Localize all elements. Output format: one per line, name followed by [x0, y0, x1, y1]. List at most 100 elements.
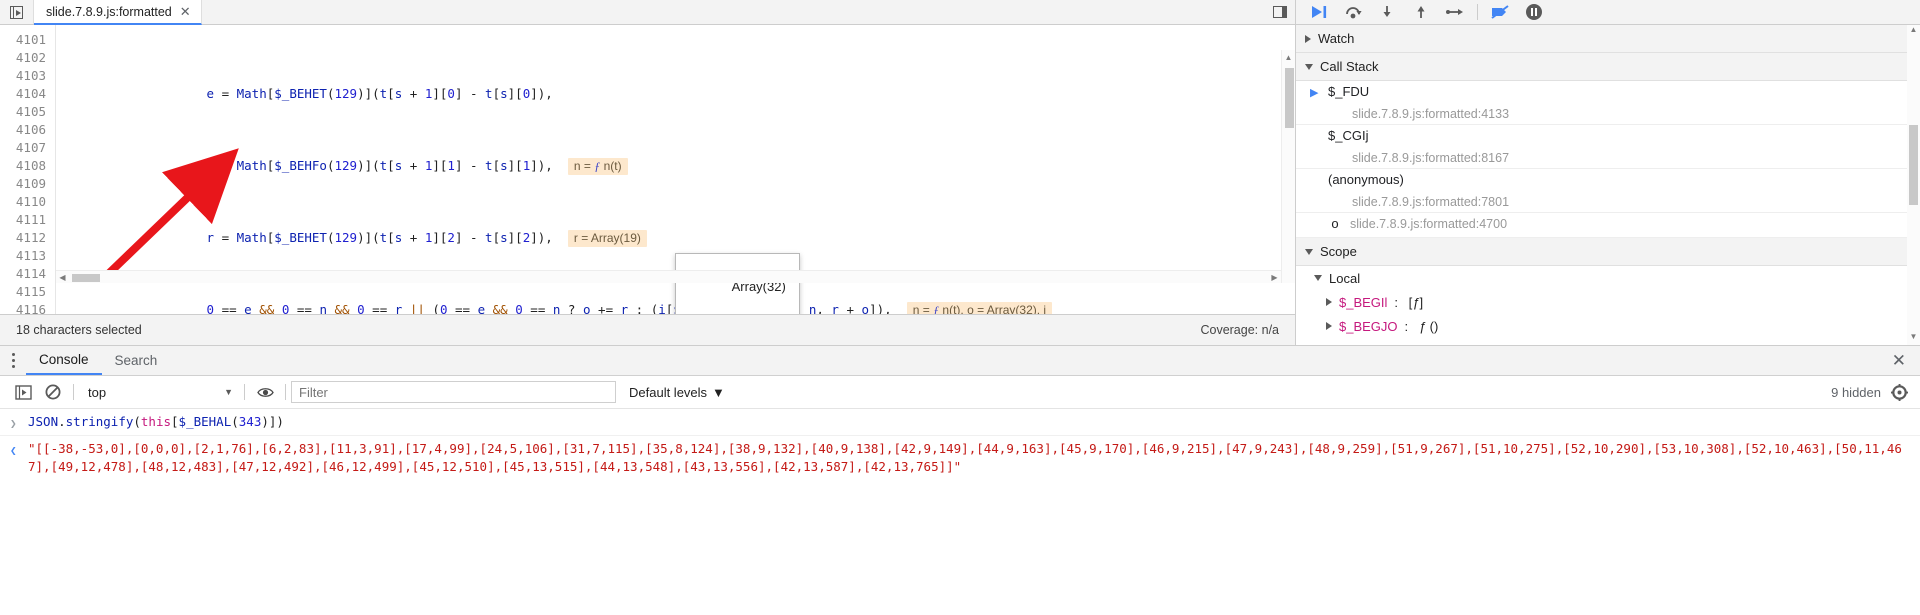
console-filter-input[interactable]: [291, 381, 616, 403]
drawer-tabbar: Console Search ✕: [0, 346, 1920, 376]
scroll-thumb[interactable]: [1909, 125, 1918, 205]
line-number: 4112: [15, 230, 46, 245]
log-levels-label: Default levels: [629, 384, 708, 400]
scroll-right-icon[interactable]: ▶: [1268, 273, 1281, 282]
scroll-thumb-h[interactable]: [72, 274, 100, 282]
tab-console[interactable]: Console: [26, 346, 102, 375]
call-stack-frame[interactable]: o slide.7.8.9.js:formatted:4700: [1296, 213, 1920, 238]
console-sidebar-button[interactable]: [8, 379, 38, 405]
debugger-sidebar: Watch Call Stack ▶ $_FDU slide.7.8.9.js:…: [1296, 0, 1920, 345]
chevron-down-icon: [1314, 275, 1322, 281]
call-stack-frame[interactable]: (anonymous) slide.7.8.9.js:formatted:780…: [1296, 169, 1920, 213]
line-number: 4109: [15, 176, 46, 191]
show-navigator-button[interactable]: [0, 0, 34, 24]
tab-console-label: Console: [39, 352, 89, 367]
chevron-right-icon[interactable]: [1326, 298, 1332, 306]
toggle-panel-icon[interactable]: [1273, 6, 1287, 18]
property-name: $_BEGIl: [1339, 294, 1388, 310]
code-line: e = Math[$_BEHET(129)](t[s + 1][0] - t[s…: [206, 86, 553, 101]
scroll-thumb[interactable]: [1285, 68, 1294, 128]
resume-button[interactable]: [1302, 0, 1336, 24]
scroll-up-icon[interactable]: ▲: [1907, 25, 1920, 38]
watch-label: Watch: [1318, 31, 1355, 46]
step-out-button[interactable]: [1404, 0, 1438, 24]
settings-gear-icon: [1891, 383, 1908, 401]
chevron-down-icon: ▼: [224, 387, 233, 397]
frame-name: o: [1331, 216, 1339, 231]
scope-label: Scope: [1320, 244, 1357, 259]
step-over-button[interactable]: [1336, 0, 1370, 24]
console-expression: JSON.stringify(this[$_BEHAL(343)]): [28, 414, 284, 429]
tabbar-actions: [1273, 0, 1295, 24]
tab-search[interactable]: Search: [102, 346, 171, 375]
debugger-panes: Watch Call Stack ▶ $_FDU slide.7.8.9.js:…: [1296, 25, 1920, 345]
log-levels-select[interactable]: Default levels ▼: [629, 385, 725, 400]
call-stack-section-header[interactable]: Call Stack: [1296, 53, 1920, 81]
frame-name: $_CGIj: [1328, 128, 1369, 143]
live-expression-button[interactable]: [250, 379, 280, 405]
frame-location: slide.7.8.9.js:formatted:4133: [1352, 107, 1510, 121]
line-number: 4106: [15, 122, 46, 137]
frame-location: slide.7.8.9.js:formatted:4700: [1350, 217, 1508, 231]
current-frame-icon: ▶: [1310, 87, 1319, 99]
console-result-value: "[[-38,-53,0],[0,0,0],[2,1,76],[6,2,83],…: [28, 441, 1902, 474]
deactivate-breakpoints-button[interactable]: [1483, 0, 1517, 24]
chevron-right-icon[interactable]: [1326, 322, 1332, 330]
console-result-line: ❮ "[[-38,-53,0],[0,0,0],[2,1,76],[6,2,83…: [0, 436, 1920, 478]
editor-vertical-scrollbar[interactable]: ▲: [1281, 50, 1295, 283]
chevron-down-icon: ▼: [712, 384, 725, 400]
scope-section-header[interactable]: Scope: [1296, 238, 1920, 266]
console-drawer: Console Search ✕ top ▼ Filter Default le…: [0, 345, 1920, 615]
scroll-up-icon[interactable]: ▲: [1282, 50, 1295, 64]
line-number: 4103: [15, 68, 46, 83]
tab-search-label: Search: [114, 353, 158, 368]
line-number: 4102: [15, 50, 46, 65]
console-settings-button[interactable]: [1891, 383, 1920, 401]
devtools-window: slide.7.8.9.js:formatted ✕ 4101 4102 410…: [0, 0, 1920, 615]
console-input-line[interactable]: ❯ JSON.stringify(this[$_BEHAL(343)]): [0, 409, 1920, 436]
tab-slide-js-formatted[interactable]: slide.7.8.9.js:formatted ✕: [34, 0, 202, 25]
scope-property[interactable]: $_BEGIl: [ƒ]: [1296, 290, 1920, 314]
line-number: 4111: [15, 212, 46, 227]
scroll-left-icon[interactable]: ◀: [56, 273, 69, 282]
line-number: 4113: [15, 248, 46, 263]
execution-context-select[interactable]: top ▼: [79, 381, 239, 403]
more-options-icon: [11, 352, 15, 370]
watch-section-header[interactable]: Watch: [1296, 25, 1920, 53]
more-options-button[interactable]: [0, 346, 26, 375]
call-stack-frame[interactable]: $_CGIj slide.7.8.9.js:formatted:8167: [1296, 125, 1920, 169]
call-stack-frame[interactable]: ▶ $_FDU slide.7.8.9.js:formatted:4133: [1296, 81, 1920, 125]
sources-editor-column: slide.7.8.9.js:formatted ✕ 4101 4102 410…: [0, 0, 1296, 345]
hidden-messages-count[interactable]: 9 hidden: [1831, 385, 1891, 400]
scope-property[interactable]: $_BEGJO: ƒ (): [1296, 314, 1920, 338]
frame-name: (anonymous): [1328, 172, 1404, 187]
line-number: 4105: [15, 104, 46, 119]
scope-local-group[interactable]: Local: [1296, 266, 1920, 290]
pause-on-exceptions-button[interactable]: [1517, 0, 1551, 24]
line-number: 4108: [15, 158, 46, 173]
clear-console-button[interactable]: [38, 379, 68, 405]
toolbar-divider: [285, 384, 286, 400]
step-into-button[interactable]: [1370, 0, 1404, 24]
code-editor[interactable]: 4101 4102 4103 4104 4105 4106 4107 4108 …: [0, 25, 1295, 314]
debugger-toolbar: [1296, 0, 1920, 25]
close-icon[interactable]: ✕: [180, 5, 191, 18]
close-drawer-button[interactable]: ✕: [1892, 346, 1920, 375]
live-expression-icon: [256, 387, 274, 397]
editor-horizontal-scrollbar[interactable]: ◀ ▶: [56, 270, 1281, 283]
selection-status: 18 characters selected: [16, 323, 142, 337]
toolbar-divider: [73, 384, 74, 400]
property-name: $_BEGJO: [1339, 318, 1398, 334]
step-button[interactable]: [1438, 0, 1472, 24]
inline-value: n = ƒ n(t): [567, 158, 628, 175]
debugger-scrollbar[interactable]: ▲ ▼: [1907, 25, 1920, 345]
line-number-gutter: 4101 4102 4103 4104 4105 4106 4107 4108 …: [0, 25, 56, 314]
scope-local-label: Local: [1329, 270, 1361, 286]
chevron-down-icon: [1305, 63, 1313, 70]
property-value: ƒ (): [1418, 318, 1439, 334]
scroll-down-icon[interactable]: ▼: [1907, 332, 1920, 345]
close-icon: ✕: [1891, 350, 1906, 370]
coverage-status: Coverage: n/a: [1200, 323, 1279, 337]
console-output[interactable]: ❯ JSON.stringify(this[$_BEHAL(343)]) ❮ "…: [0, 409, 1920, 615]
inline-value: r = Array(19): [567, 230, 647, 247]
